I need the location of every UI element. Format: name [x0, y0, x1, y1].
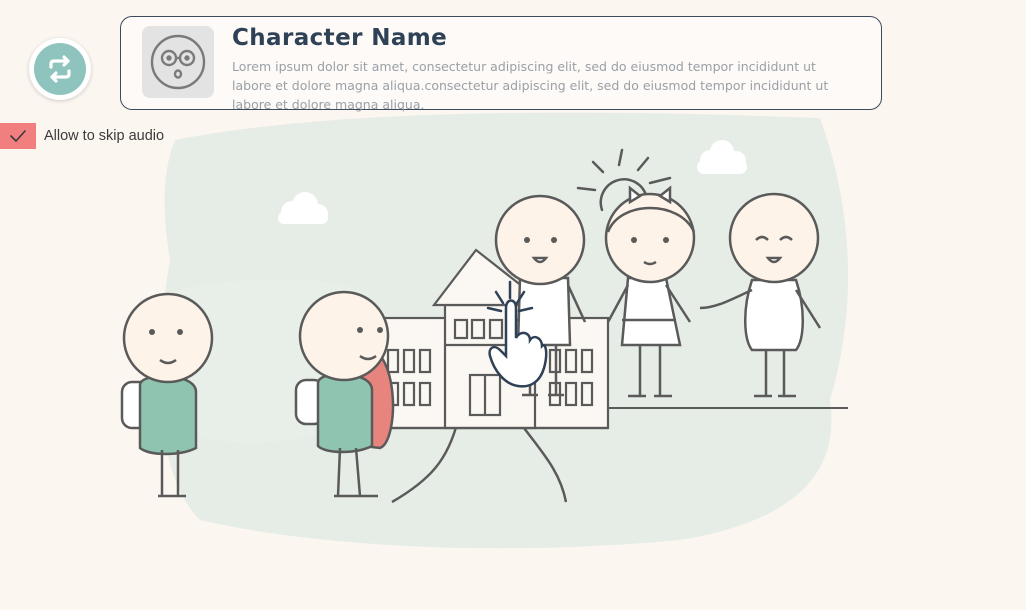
character-description: Lorem ipsum dolor sit amet, consectetur … [232, 59, 829, 112]
replay-button[interactable] [29, 38, 91, 100]
character-card: Character Name Lorem ipsum dolor sit ame… [120, 16, 882, 112]
checkmark-icon [10, 130, 26, 142]
character-name: Character Name [232, 25, 448, 51]
glasses-face-icon [142, 26, 214, 98]
repeat-arrows-icon [34, 43, 86, 95]
skip-audio-label: Allow to skip audio [44, 128, 165, 144]
skip-audio-toggle[interactable]: Allow to skip audio [0, 123, 164, 149]
skip-audio-checkbox[interactable] [0, 123, 36, 149]
